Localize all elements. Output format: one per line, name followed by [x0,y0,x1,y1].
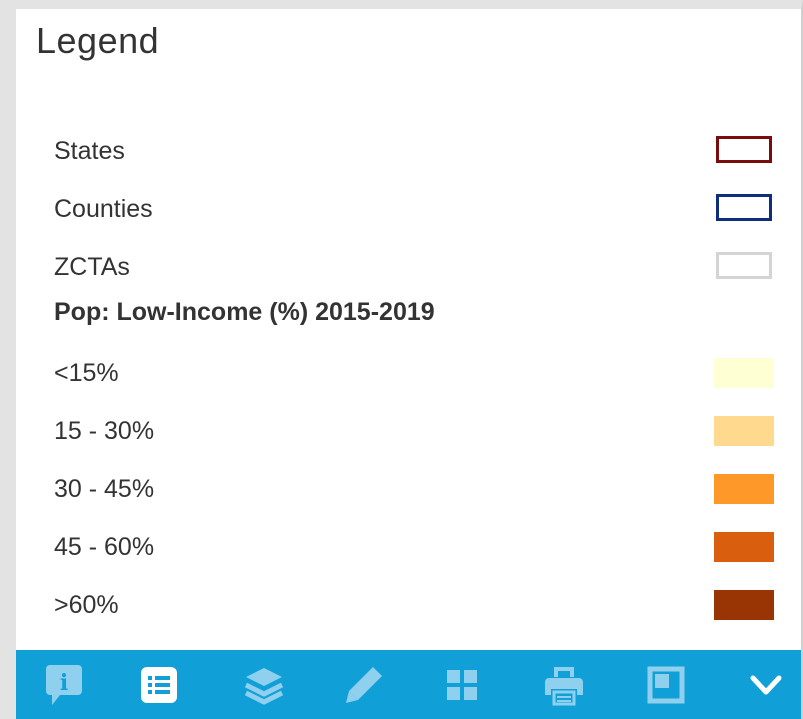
states-outline-swatch [716,136,772,163]
legend-class-row: 30 - 45% [54,469,776,509]
legend-button[interactable] [133,659,185,711]
extent-button[interactable] [640,659,692,711]
legend-item-states: States [54,131,776,171]
legend-item-label: ZCTAs [54,253,130,281]
class-color-swatch [714,590,774,620]
legend-section-title: Pop: Low-Income (%) 2015-2019 [54,298,435,326]
legend-list-icon [141,667,177,703]
legend-title: Legend [36,20,160,61]
info-icon: i [46,665,82,705]
legend-item-label: States [54,137,125,165]
legend-class-row: 45 - 60% [54,527,776,567]
legend-class-row: <15% [54,353,776,393]
legend-item-label: Counties [54,195,153,223]
class-color-swatch [714,474,774,504]
legend-class-label: 15 - 30% [54,417,155,445]
svg-text:i: i [60,670,68,696]
class-color-swatch [714,532,774,562]
legend-class-label: 45 - 60% [54,533,155,561]
print-button[interactable] [538,659,590,711]
legend-class-label: >60% [54,591,119,619]
legend-class-label: 30 - 45% [54,475,155,503]
layers-icon [244,668,284,705]
legend-item-counties: Counties [54,189,776,229]
pencil-icon [346,667,382,703]
zctas-outline-swatch [716,252,772,279]
bottom-toolbar: i [16,650,801,719]
class-color-swatch [714,416,774,446]
class-color-swatch [714,358,774,388]
basemap-button[interactable] [436,659,488,711]
collapse-button[interactable] [740,659,792,711]
draw-button[interactable] [338,659,390,711]
legend-class-label: <15% [54,359,119,387]
legend-item-zctas: ZCTAs [54,247,776,287]
extent-icon [647,666,685,704]
layers-button[interactable] [238,659,290,711]
counties-outline-swatch [716,194,772,221]
grid-icon [447,670,477,700]
print-icon [545,667,583,706]
legend-class-row: >60% [54,585,776,625]
chevron-down-icon [750,675,782,695]
info-button[interactable]: i [38,659,90,711]
legend-class-row: 15 - 30% [54,411,776,451]
